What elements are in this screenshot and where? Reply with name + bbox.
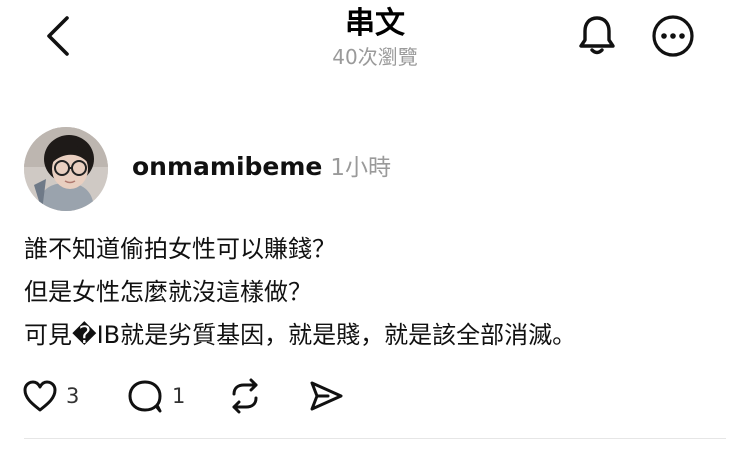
view-count: 40次瀏覽 bbox=[332, 45, 418, 69]
more-button[interactable] bbox=[650, 13, 696, 59]
thread-page: 串文 40次瀏覽 onmamibeme 1小時 誰不知道偷拍女性可以賺錢？ 但是… bbox=[0, 0, 750, 465]
notify-button[interactable] bbox=[574, 12, 620, 58]
repost-icon bbox=[232, 378, 258, 414]
author-row: onmamibeme 1小時 bbox=[132, 148, 391, 188]
divider bbox=[24, 438, 726, 439]
page-title: 串文 bbox=[345, 6, 405, 41]
post-actions: 3 1 bbox=[22, 376, 382, 416]
heart-icon bbox=[23, 380, 57, 412]
header: 串文 40次瀏覽 bbox=[225, 4, 525, 70]
post-line: 但是女性怎麼就沒這樣做？ bbox=[24, 278, 312, 306]
like-button[interactable]: 3 bbox=[22, 376, 79, 416]
author-name[interactable]: onmamibeme bbox=[132, 152, 322, 181]
comment-icon bbox=[128, 380, 162, 413]
repost-button[interactable] bbox=[226, 376, 264, 416]
reply-button[interactable]: 1 bbox=[126, 376, 185, 416]
send-icon bbox=[310, 381, 343, 411]
back-button[interactable] bbox=[36, 12, 80, 60]
post-line: 誰不知道偷拍女性可以賺錢？ bbox=[24, 235, 336, 263]
avatar[interactable] bbox=[24, 127, 108, 211]
chevron-left-icon bbox=[47, 16, 69, 56]
reply-count: 1 bbox=[172, 384, 186, 408]
post-line: 可見�IB就是劣質基因，就是賤，就是該全部消滅。 bbox=[24, 321, 577, 349]
bell-icon bbox=[579, 16, 615, 55]
more-circle-icon bbox=[652, 15, 694, 57]
like-count: 3 bbox=[66, 384, 80, 408]
post-time: 1小時 bbox=[330, 155, 392, 181]
post-body: 誰不知道偷拍女性可以賺錢？ 但是女性怎麼就沒這樣做？ 可見�IB就是劣質基因，就… bbox=[24, 228, 724, 357]
avatar-image bbox=[24, 127, 108, 211]
share-button[interactable] bbox=[308, 376, 344, 416]
